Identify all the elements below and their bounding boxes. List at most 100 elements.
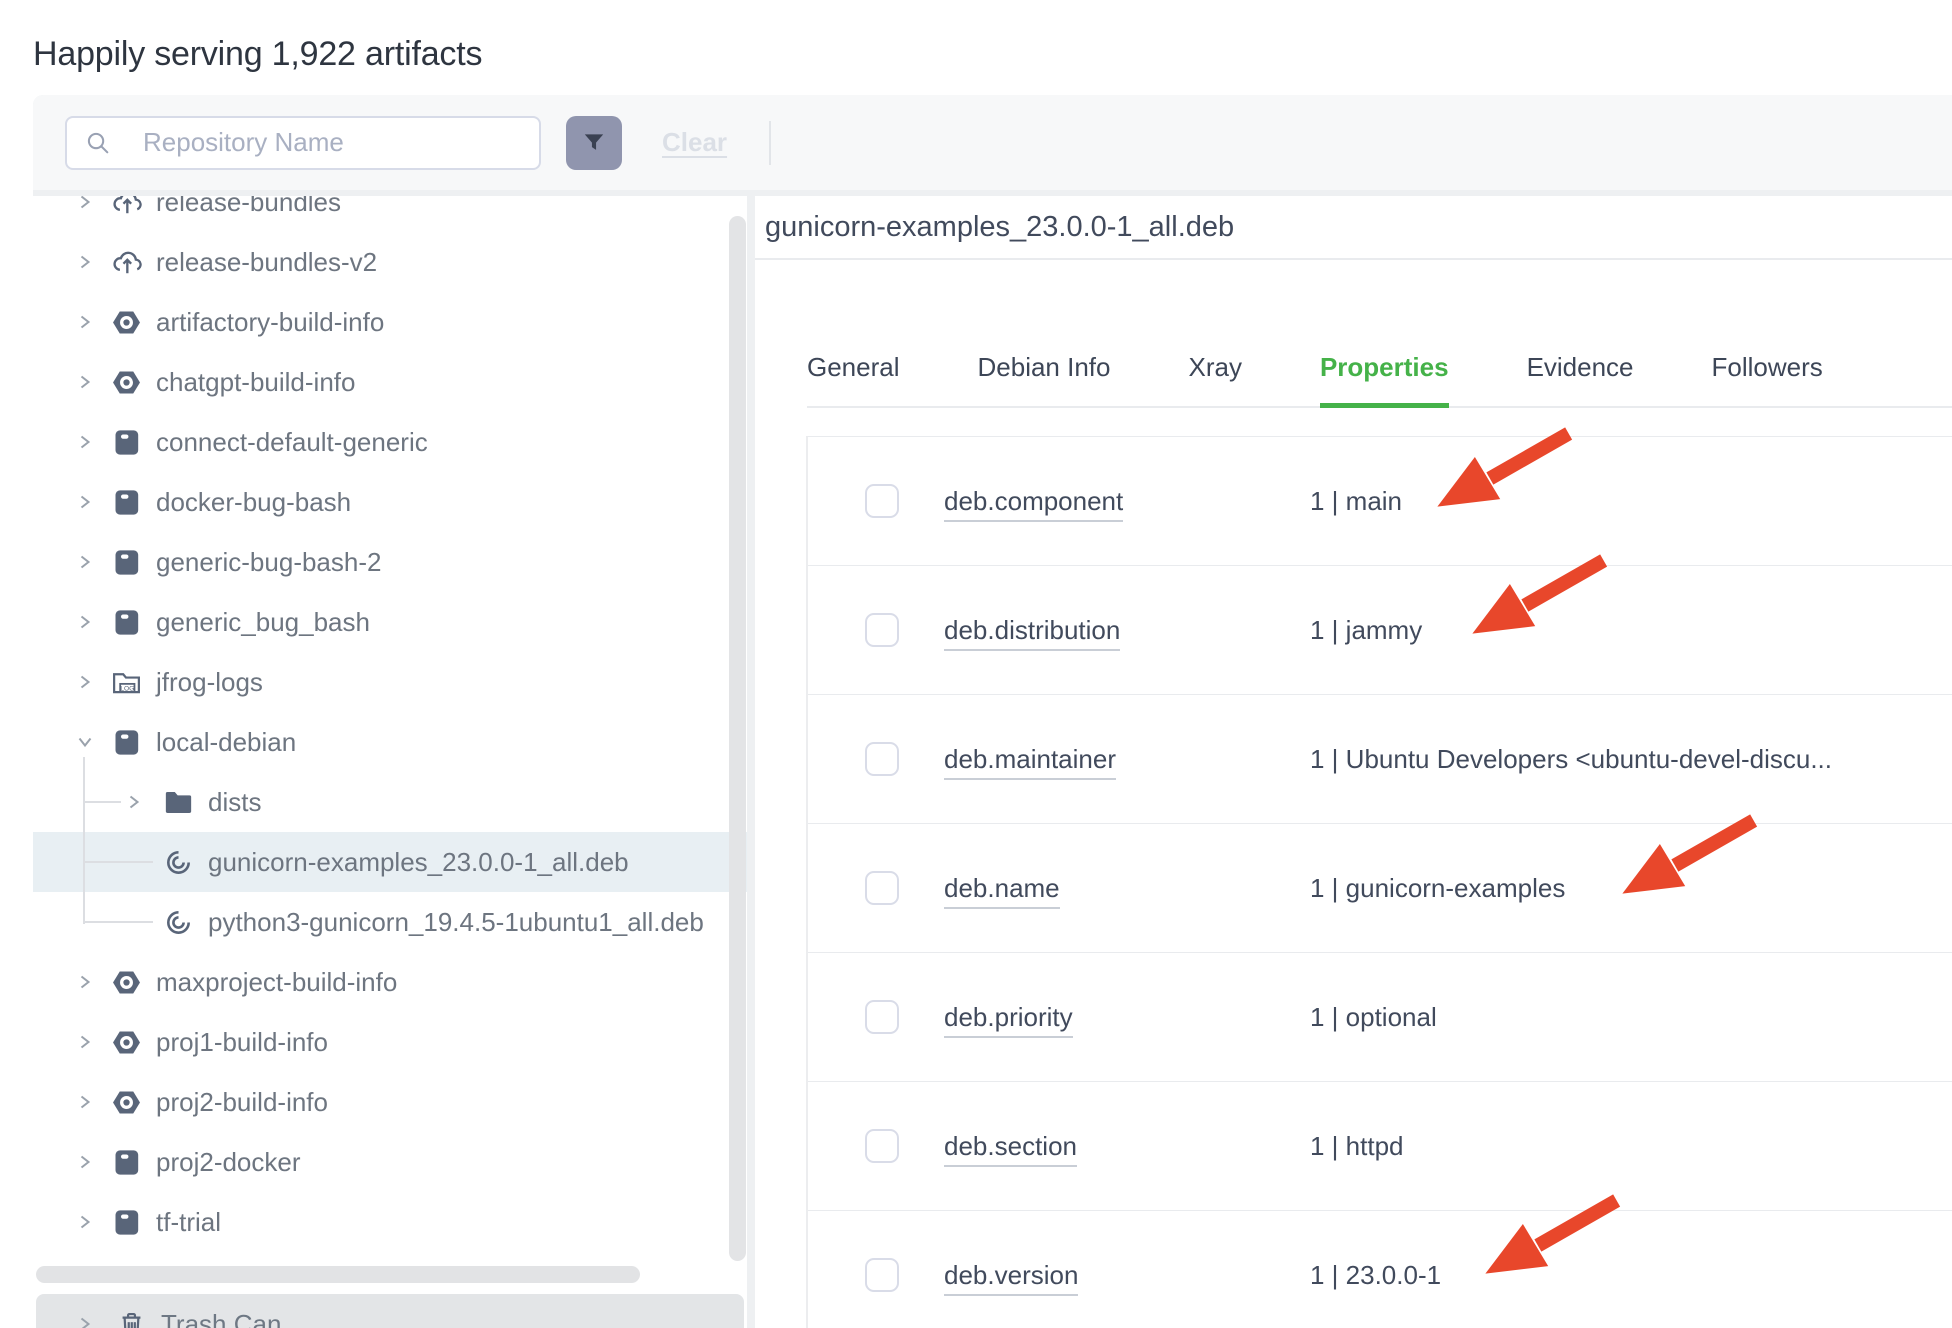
property-value: 1 | optional — [1310, 1002, 1437, 1033]
tree-item-artifactory-build-info[interactable]: artifactory-build-info — [33, 292, 747, 352]
tree-connector-line — [83, 921, 153, 923]
chevron-right-icon[interactable] — [76, 613, 94, 631]
tab-evidence[interactable]: Evidence — [1527, 352, 1634, 408]
tree-item-proj2-build-info[interactable]: proj2-build-info — [33, 1072, 747, 1132]
chevron-right-icon[interactable] — [76, 1315, 94, 1328]
chevron-right-icon[interactable] — [76, 1213, 94, 1231]
search-field-wrap — [65, 116, 541, 170]
search-input[interactable] — [65, 116, 541, 170]
tab-followers[interactable]: Followers — [1712, 352, 1823, 408]
tree-connector-line — [83, 861, 153, 863]
chevron-right-icon[interactable] — [76, 973, 94, 991]
debian-package-icon — [162, 846, 195, 879]
tree-item-label: proj1-build-info — [156, 1027, 328, 1058]
chevron-down-icon[interactable] — [76, 733, 94, 751]
folder-icon — [162, 786, 195, 819]
repository-tree: release-bundlesrelease-bundles-v2artifac… — [33, 196, 747, 1252]
property-name-link[interactable]: deb.maintainer — [944, 744, 1116, 780]
chevron-right-icon[interactable] — [76, 373, 94, 391]
property-checkbox[interactable] — [865, 1258, 899, 1292]
chevron-right-icon[interactable] — [76, 553, 94, 571]
vertical-scrollbar[interactable] — [729, 216, 746, 1261]
property-name-cell: deb.name — [944, 873, 1310, 904]
tree-item-generic-bug-bash[interactable]: generic_bug_bash — [33, 592, 747, 652]
clear-filter-link[interactable]: Clear — [662, 127, 727, 158]
property-row-deb-priority: deb.priority1 | optional — [808, 953, 1952, 1082]
tree-item-label: dists — [208, 787, 261, 818]
tree-item-proj2-docker[interactable]: proj2-docker — [33, 1132, 747, 1192]
property-name-link[interactable]: deb.section — [944, 1131, 1077, 1167]
chevron-right-icon[interactable] — [76, 313, 94, 331]
chevron-right-icon[interactable] — [76, 253, 94, 271]
build-info-icon — [110, 1026, 143, 1059]
generic-repo-icon — [110, 1206, 143, 1239]
property-name-link[interactable]: deb.distribution — [944, 615, 1120, 651]
tree-item-dists[interactable]: dists — [33, 772, 747, 832]
build-info-icon — [110, 1086, 143, 1119]
chevron-right-icon[interactable] — [76, 1093, 94, 1111]
toolbar-divider — [769, 121, 771, 165]
property-checkbox[interactable] — [865, 742, 899, 776]
property-checkbox[interactable] — [865, 613, 899, 647]
artifact-title: gunicorn-examples_23.0.0-1_all.deb — [765, 211, 1234, 244]
properties-table: deb.component1 | maindeb.distribution1 |… — [806, 436, 1952, 1328]
chevron-right-icon[interactable] — [76, 493, 94, 511]
property-value: 1 | httpd — [1310, 1131, 1404, 1162]
tab-properties[interactable]: Properties — [1320, 352, 1449, 408]
horizontal-scrollbar[interactable] — [36, 1266, 640, 1283]
chevron-right-icon[interactable] — [76, 1033, 94, 1051]
artifact-detail-panel: gunicorn-examples_23.0.0-1_all.deb Gener… — [755, 196, 1952, 1328]
build-info-icon — [110, 306, 143, 339]
chevron-right-icon[interactable] — [76, 673, 94, 691]
tab-xray[interactable]: Xray — [1188, 352, 1241, 408]
trash-can-label: Trash Can — [161, 1309, 281, 1328]
tree-item-connect-default-generic[interactable]: connect-default-generic — [33, 412, 747, 472]
generic-repo-icon — [110, 726, 143, 759]
property-name-cell: deb.priority — [944, 1002, 1310, 1033]
tree-item-docker-bug-bash[interactable]: docker-bug-bash — [33, 472, 747, 532]
tree-item-jfrog-logs[interactable]: LOGjfrog-logs — [33, 652, 747, 712]
tree-item-label: python3-gunicorn_19.4.5-1ubuntu1_all.deb — [208, 907, 704, 938]
tree-item-release-bundles[interactable]: release-bundles — [33, 196, 747, 232]
chevron-right-icon[interactable] — [76, 1153, 94, 1171]
property-name-link[interactable]: deb.priority — [944, 1002, 1073, 1038]
property-name-link[interactable]: deb.component — [944, 486, 1123, 522]
chevron-right-icon[interactable] — [76, 196, 94, 211]
generic-repo-icon — [110, 546, 143, 579]
workspace: Clear release-bundlesrelease-bundles-v2a… — [33, 95, 1952, 1328]
filter-button[interactable] — [566, 116, 622, 170]
property-value: 1 | 23.0.0-1 — [1310, 1260, 1441, 1291]
property-name-link[interactable]: deb.name — [944, 873, 1060, 909]
tree-item-label: proj2-build-info — [156, 1087, 328, 1118]
tree-item-label: jfrog-logs — [156, 667, 263, 698]
property-checkbox[interactable] — [865, 871, 899, 905]
property-name-cell: deb.section — [944, 1131, 1310, 1162]
property-name-cell: deb.component — [944, 486, 1310, 517]
tab-general[interactable]: General — [807, 352, 900, 408]
property-name-link[interactable]: deb.version — [944, 1260, 1078, 1296]
repository-tree-panel: release-bundlesrelease-bundles-v2artifac… — [33, 196, 747, 1328]
trash-can-item[interactable]: Trash Can — [36, 1294, 744, 1328]
tree-item-proj1-build-info[interactable]: proj1-build-info — [33, 1012, 747, 1072]
property-row-deb-section: deb.section1 | httpd — [808, 1082, 1952, 1211]
property-name-cell: deb.version — [944, 1260, 1310, 1291]
tree-item-release-bundles-v2[interactable]: release-bundles-v2 — [33, 232, 747, 292]
property-row-deb-component: deb.component1 | main — [808, 437, 1952, 566]
property-checkbox[interactable] — [865, 484, 899, 518]
tab-debian-info[interactable]: Debian Info — [978, 352, 1111, 408]
chevron-right-icon[interactable] — [76, 433, 94, 451]
tree-item-chatgpt-build-info[interactable]: chatgpt-build-info — [33, 352, 747, 412]
detail-tabs: General Debian Info Xray Properties Evidence… — [807, 260, 1952, 408]
chevron-right-icon[interactable] — [125, 793, 143, 811]
tree-item-generic-bug-bash-2[interactable]: generic-bug-bash-2 — [33, 532, 747, 592]
tree-item-label: docker-bug-bash — [156, 487, 351, 518]
property-value: 1 | Ubuntu Developers <ubuntu-devel-disc… — [1310, 744, 1832, 775]
property-checkbox[interactable] — [865, 1129, 899, 1163]
property-value: 1 | gunicorn-examples — [1310, 873, 1565, 904]
property-checkbox[interactable] — [865, 1000, 899, 1034]
property-row-deb-distribution: deb.distribution1 | jammy — [808, 566, 1952, 695]
tree-item-maxproject-build-info[interactable]: maxproject-build-info — [33, 952, 747, 1012]
tree-item-local-debian[interactable]: local-debian — [33, 712, 747, 772]
tree-item-tf-trial[interactable]: tf-trial — [33, 1192, 747, 1252]
property-row-deb-version: deb.version1 | 23.0.0-1 — [808, 1211, 1952, 1328]
